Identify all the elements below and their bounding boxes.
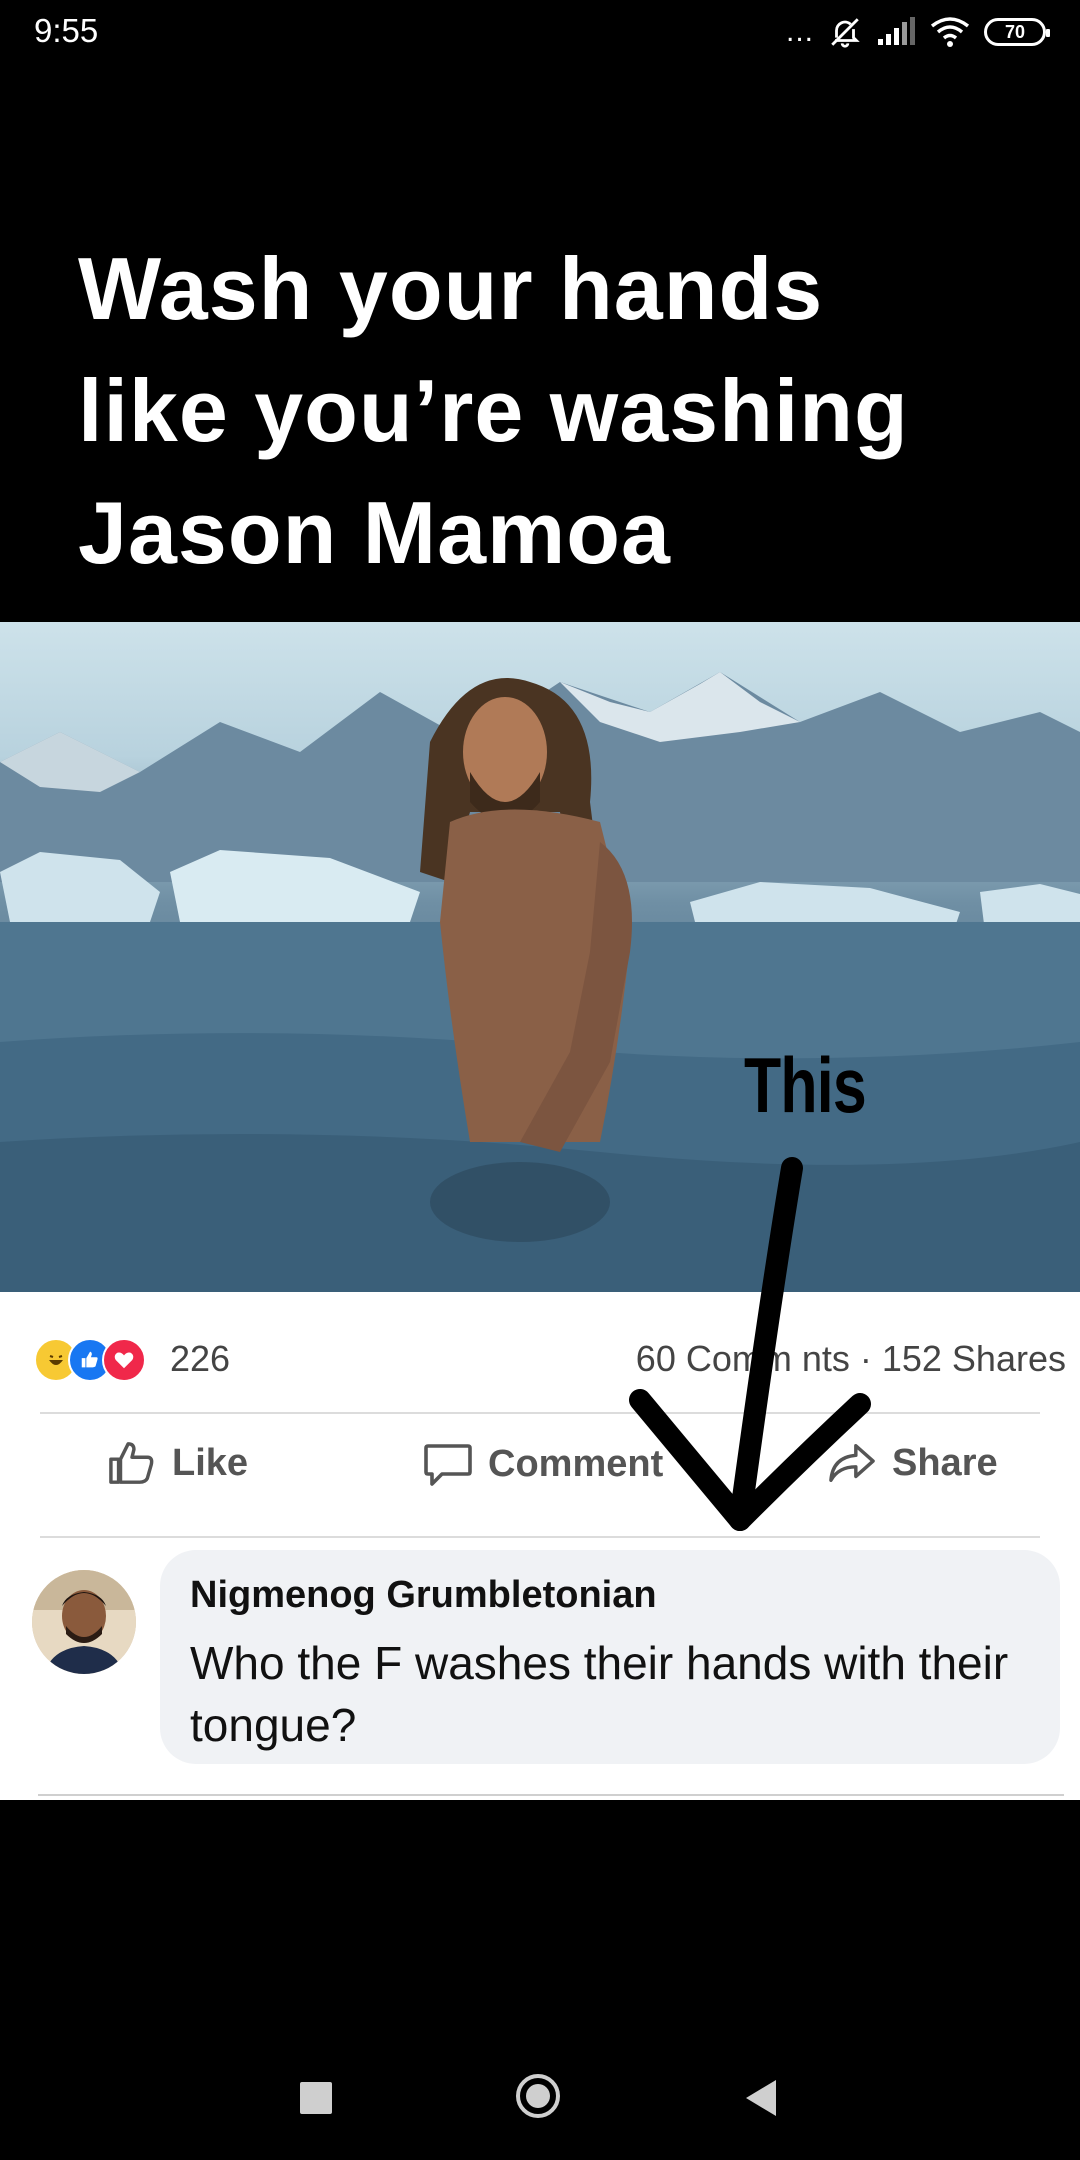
divider bbox=[40, 1536, 1040, 1538]
caption-line: Wash your hands bbox=[78, 239, 824, 338]
share-arrow-icon bbox=[829, 1444, 875, 1482]
love-reaction-icon bbox=[102, 1338, 146, 1382]
home-icon[interactable] bbox=[516, 2074, 560, 2118]
comment: Nigmenog Grumbletonian Who the F washes … bbox=[0, 1550, 1080, 1790]
comment-label: Comment bbox=[488, 1442, 664, 1485]
comment-text: Who the F washes their hands with their … bbox=[190, 1637, 1009, 1751]
share-button[interactable]: Share bbox=[826, 1440, 998, 1486]
recent-apps-icon[interactable] bbox=[300, 2082, 332, 2114]
avatar[interactable] bbox=[32, 1570, 136, 1674]
meme-caption: Wash your hands like you’re washing Jaso… bbox=[78, 228, 1038, 594]
bell-muted-icon bbox=[831, 18, 860, 48]
wifi-icon bbox=[930, 17, 970, 47]
reactions-row: 226 60 Comm nts · 152 Shares bbox=[0, 1328, 1080, 1388]
signal-icon bbox=[878, 17, 915, 45]
caption-line: like you’re washing bbox=[78, 361, 909, 460]
comment-bubble-icon bbox=[424, 1444, 472, 1486]
back-icon[interactable] bbox=[746, 2080, 776, 2116]
post-card: 226 60 Comm nts · 152 Shares Like Commen… bbox=[0, 1292, 1080, 1800]
comment-bubble[interactable]: Nigmenog Grumbletonian Who the F washes … bbox=[160, 1550, 1060, 1764]
overlay-this-label: This bbox=[744, 1041, 867, 1129]
comment-button[interactable]: Comment bbox=[422, 1440, 663, 1488]
post-actions: Like Comment Share bbox=[0, 1430, 1080, 1510]
like-label: Like bbox=[172, 1441, 249, 1484]
reaction-icons[interactable] bbox=[34, 1338, 146, 1382]
caption-line: Jason Mamoa bbox=[78, 483, 671, 582]
comment-author[interactable]: Nigmenog Grumbletonian bbox=[190, 1574, 657, 1617]
battery-icon: 70 bbox=[984, 18, 1050, 46]
photo-scene bbox=[0, 672, 1080, 1292]
navigation-bar bbox=[0, 2040, 1080, 2160]
meme-photo bbox=[0, 622, 1080, 1292]
comments-shares-count[interactable]: 60 Comm nts · 152 Shares bbox=[636, 1338, 1066, 1380]
thumbs-up-icon bbox=[109, 1442, 154, 1484]
like-button[interactable]: Like bbox=[106, 1440, 248, 1486]
more-dots-icon: ... bbox=[785, 15, 814, 48]
divider bbox=[38, 1794, 1064, 1796]
reaction-count[interactable]: 226 bbox=[170, 1338, 230, 1380]
divider bbox=[40, 1412, 1040, 1414]
share-label: Share bbox=[892, 1441, 998, 1484]
status-time: 9:55 bbox=[34, 12, 99, 49]
status-bar: 9:55 ... 70 bbox=[0, 0, 1080, 64]
status-icons: ... 70 bbox=[785, 14, 1050, 50]
